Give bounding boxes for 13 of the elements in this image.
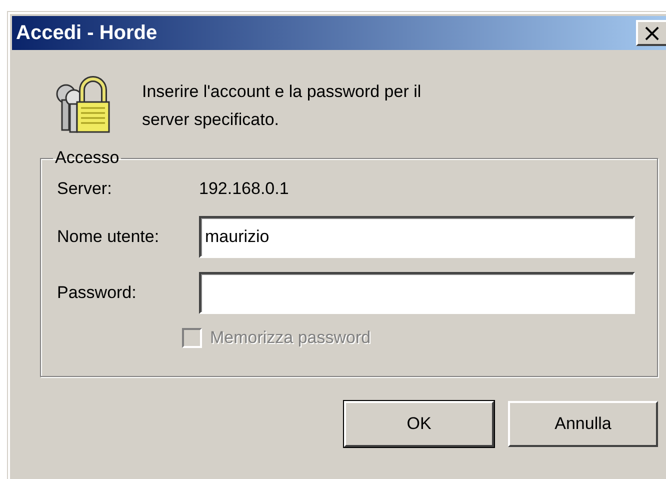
server-address: 192.168.0.1	[199, 179, 289, 199]
cancel-button[interactable]: Annulla	[508, 401, 658, 447]
username-field[interactable]: maurizio	[199, 216, 635, 258]
password-label: Password:	[57, 283, 138, 303]
username-label: Nome utente:	[57, 227, 160, 247]
remember-password-label: Memorizza password	[210, 328, 371, 348]
password-field[interactable]	[199, 272, 635, 314]
close-button[interactable]: ×	[636, 20, 666, 46]
ok-button[interactable]: OK	[344, 401, 494, 447]
window-title: Accedi - Horde	[16, 22, 158, 44]
server-label: Server:	[57, 179, 113, 199]
prompt-message: Inserire l'account e la password per il server specificato.	[142, 81, 422, 131]
group-title: Accesso	[54, 148, 120, 168]
